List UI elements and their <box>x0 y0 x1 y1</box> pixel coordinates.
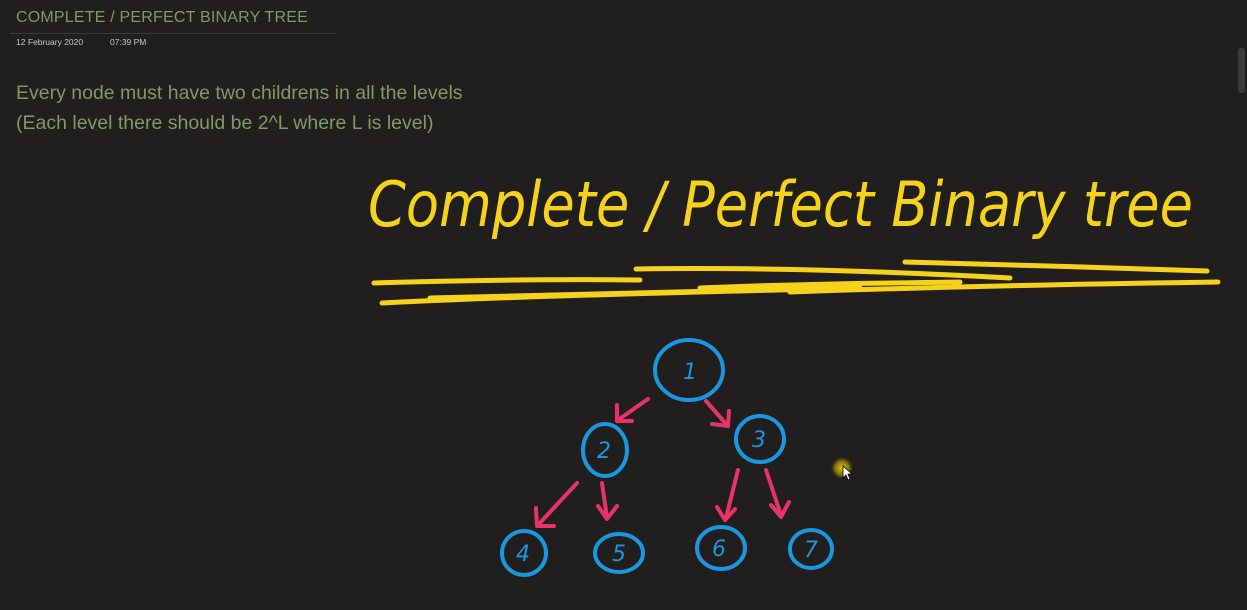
ink-heading[interactable]: Complete / Perfect Binary tree <box>368 168 1193 241</box>
ink-underline <box>371 259 1221 306</box>
ink-heading-text: Complete / Perfect Binary tree <box>368 168 1193 241</box>
node-label-5: 5 <box>612 542 626 567</box>
arrow-3-to-7 <box>764 468 791 519</box>
arrow-1-to-3 <box>704 399 731 428</box>
node-label-6: 6 <box>712 537 726 562</box>
arrow-1-to-2 <box>615 397 650 423</box>
node-label-4: 4 <box>516 542 530 567</box>
node-label-1: 1 <box>683 360 697 385</box>
tree-nodes <box>500 338 834 577</box>
node-label-3: 3 <box>752 428 766 453</box>
mouse-cursor-icon <box>830 456 854 481</box>
arrow-3-to-6 <box>715 468 740 522</box>
arrow-2-to-4 <box>534 481 579 528</box>
arrow-2-to-5 <box>596 481 619 521</box>
node-label-7: 7 <box>804 538 818 563</box>
node-label-2: 2 <box>597 439 611 464</box>
ink-canvas: Complete / Perfect Binary tree 1 2 3 4 5 <box>368 168 1221 577</box>
